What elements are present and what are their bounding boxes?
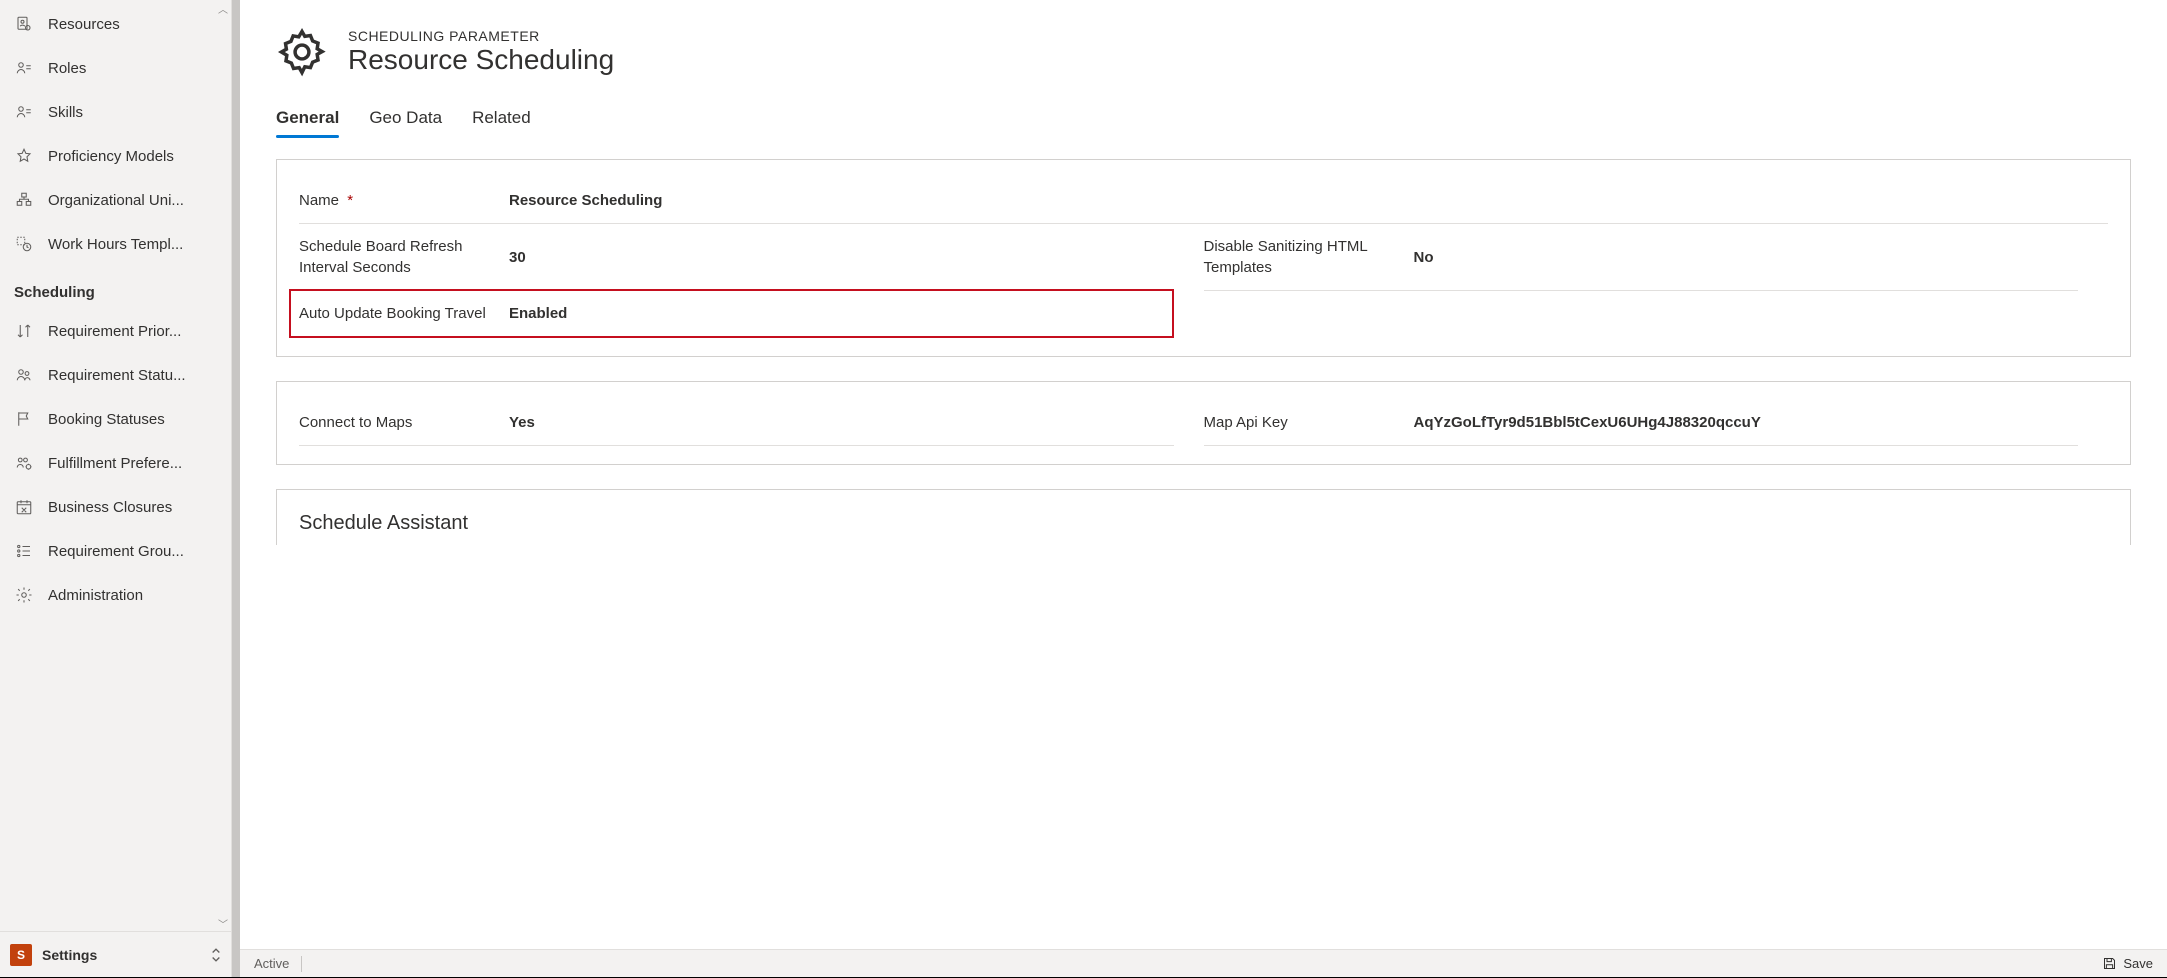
form-tabs: General Geo Data Related <box>276 102 2131 139</box>
updown-icon <box>211 947 221 963</box>
field-label-auto-update: Auto Update Booking Travel <box>299 303 499 324</box>
sidebar-item-skills[interactable]: Skills <box>0 90 231 134</box>
star-icon <box>14 146 34 166</box>
sidebar-item-business-closures[interactable]: Business Closures <box>0 485 231 529</box>
area-label: Settings <box>42 947 201 963</box>
field-value-auto-update[interactable]: Enabled <box>499 305 1172 322</box>
gear-large-icon <box>276 26 328 78</box>
scroll-down-icon[interactable]: ﹀ <box>217 917 229 929</box>
panel-general: Name * Resource Scheduling Schedule Boar… <box>276 159 2131 357</box>
field-label-map-api-key: Map Api Key <box>1204 412 1404 433</box>
people-gear-icon <box>14 453 34 473</box>
sidebar-item-label: Roles <box>48 60 86 77</box>
sidebar-item-label: Proficiency Models <box>48 148 174 165</box>
sidebar-scroll[interactable]: Resources Roles Skills Proficiency Model… <box>0 0 231 931</box>
field-value-sanitize[interactable]: No <box>1404 249 2079 266</box>
area-badge: S <box>10 944 32 966</box>
sidebar-item-label: Business Closures <box>48 499 172 516</box>
org-icon <box>14 190 34 210</box>
field-value-map-api-key[interactable]: AqYzGoLfTyr9d51Bbl5tCexU6UHg4J88320qccuY <box>1404 414 2079 431</box>
sidebar: ︿ Resources Roles Skills <box>0 0 232 977</box>
save-icon <box>2102 956 2117 971</box>
list-icon <box>14 541 34 561</box>
required-icon: * <box>347 192 353 209</box>
skills-icon <box>14 102 34 122</box>
sidebar-item-work-hours-templates[interactable]: Work Hours Templ... <box>0 222 231 266</box>
record-title: Resource Scheduling <box>348 44 614 76</box>
sidebar-item-label: Fulfillment Prefere... <box>48 455 182 472</box>
record-header: SCHEDULING PARAMETER Resource Scheduling <box>276 26 2131 78</box>
field-label-sanitize: Disable Sanitizing HTML Templates <box>1204 236 1404 278</box>
section-heading-schedule-assistant: Schedule Assistant <box>299 508 2108 541</box>
sidebar-item-proficiency-models[interactable]: Proficiency Models <box>0 134 231 178</box>
sidebar-item-resources[interactable]: Resources <box>0 2 231 46</box>
tab-geo-data[interactable]: Geo Data <box>369 102 442 138</box>
sidebar-item-label: Requirement Grou... <box>48 543 184 560</box>
highlight-auto-update-travel: Auto Update Booking Travel Enabled <box>289 289 1174 338</box>
status-bar: Active Save <box>240 949 2167 977</box>
panel-maps: Connect to Maps Yes Map Api Key AqYzGoLf… <box>276 381 2131 465</box>
sidebar-item-label: Requirement Prior... <box>48 323 181 340</box>
tab-related[interactable]: Related <box>472 102 531 138</box>
sidebar-item-fulfillment-prefs[interactable]: Fulfillment Prefere... <box>0 441 231 485</box>
team-icon <box>14 365 34 385</box>
field-label-connect-maps: Connect to Maps <box>299 412 499 433</box>
sidebar-item-req-priorities[interactable]: Requirement Prior... <box>0 309 231 353</box>
field-value-name[interactable]: Resource Scheduling <box>499 192 2108 209</box>
flag-icon <box>14 409 34 429</box>
sidebar-item-administration[interactable]: Administration <box>0 573 231 617</box>
clock-template-icon <box>14 234 34 254</box>
sidebar-item-label: Organizational Uni... <box>48 192 184 209</box>
sort-icon <box>14 321 34 341</box>
entity-type-label: SCHEDULING PARAMETER <box>348 28 614 44</box>
area-switcher[interactable]: S Settings <box>0 931 231 977</box>
sidebar-item-label: Resources <box>48 16 120 33</box>
main-content: SCHEDULING PARAMETER Resource Scheduling… <box>240 0 2167 977</box>
field-value-refresh[interactable]: 30 <box>499 249 1174 266</box>
save-label: Save <box>2123 956 2153 971</box>
sidebar-item-booking-statuses[interactable]: Booking Statuses <box>0 397 231 441</box>
sidebar-item-req-groups[interactable]: Requirement Grou... <box>0 529 231 573</box>
sidebar-item-label: Booking Statuses <box>48 411 165 428</box>
field-value-connect-maps[interactable]: Yes <box>499 414 1174 431</box>
roles-icon <box>14 58 34 78</box>
sidebar-section-scheduling: Scheduling <box>0 266 231 309</box>
gear-icon <box>14 585 34 605</box>
sidebar-item-label: Work Hours Templ... <box>48 236 183 253</box>
sidebar-item-req-statuses[interactable]: Requirement Statu... <box>0 353 231 397</box>
divider-icon <box>301 956 302 972</box>
sidebar-item-label: Administration <box>48 587 143 604</box>
scroll-up-icon[interactable]: ︿ <box>217 2 229 14</box>
resources-icon <box>14 14 34 34</box>
content-scrollbar-track[interactable] <box>232 0 240 977</box>
save-button[interactable]: Save <box>2102 956 2153 971</box>
sidebar-item-org-units[interactable]: Organizational Uni... <box>0 178 231 222</box>
sidebar-item-label: Skills <box>48 104 83 121</box>
sidebar-item-label: Requirement Statu... <box>48 367 186 384</box>
sidebar-item-roles[interactable]: Roles <box>0 46 231 90</box>
field-label-name: Name <box>299 192 339 209</box>
tab-general[interactable]: General <box>276 102 339 138</box>
calendar-x-icon <box>14 497 34 517</box>
field-label-refresh: Schedule Board Refresh Interval Seconds <box>299 236 499 278</box>
record-state: Active <box>254 956 289 971</box>
panel-schedule-assistant: Schedule Assistant <box>276 489 2131 545</box>
